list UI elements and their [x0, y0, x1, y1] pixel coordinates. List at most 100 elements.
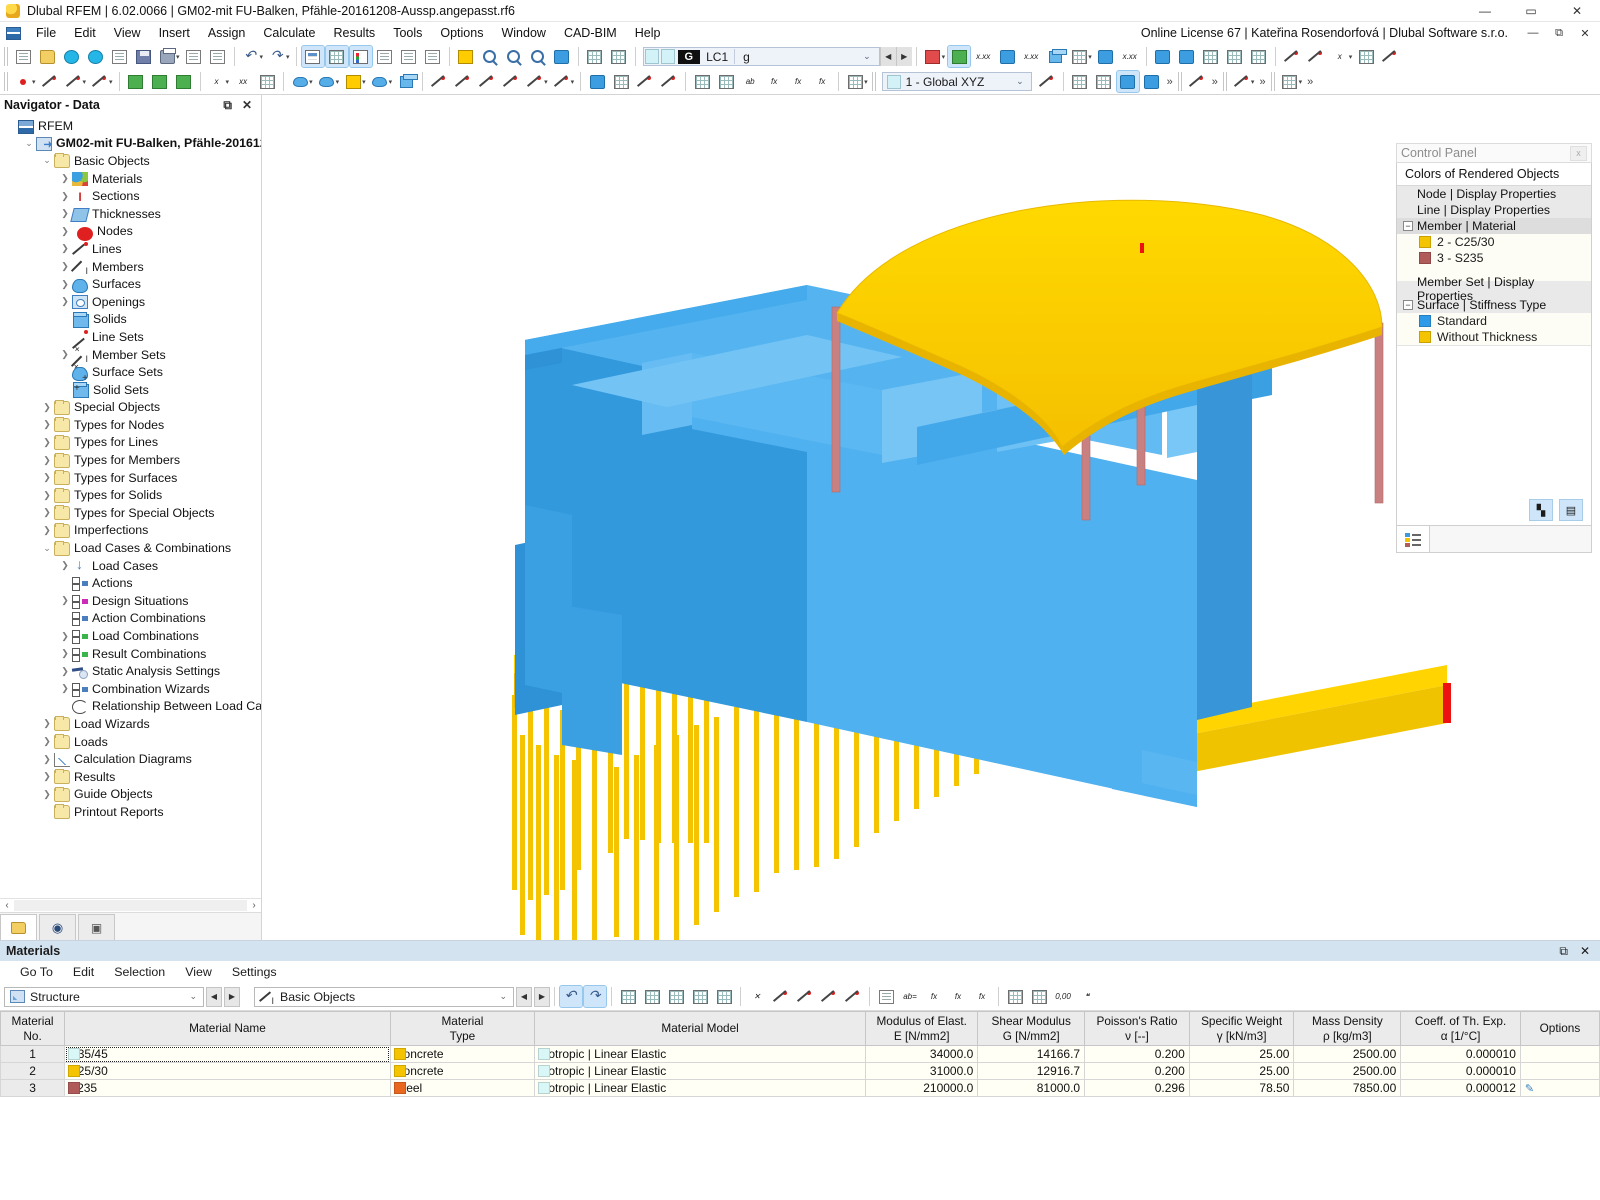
pan-button[interactable] [527, 46, 549, 67]
specific-weight-cell[interactable]: 25.00 [1189, 1063, 1294, 1080]
tree-expander-icon[interactable]: ⌄ [22, 138, 36, 149]
tree-expander-icon[interactable]: ❯ [58, 191, 72, 202]
tree-item-results[interactable]: ❯Results [0, 768, 261, 786]
control-panel-toggle-button[interactable] [350, 46, 372, 67]
control-panel-row-member-set-display-properties[interactable]: Member Set | Display Properties [1397, 281, 1591, 297]
new-coordinate-button[interactable]: xx [232, 71, 254, 92]
tree-item-types-for-surfaces[interactable]: ❯Types for Surfaces [0, 469, 261, 487]
table-decimals-button[interactable]: 0,00 [1052, 986, 1074, 1007]
new-solid-button[interactable] [395, 71, 417, 92]
tree-expander-icon[interactable]: ❯ [40, 736, 54, 747]
table-column-header[interactable]: Options [1520, 1012, 1599, 1046]
toolbar-grip[interactable] [4, 47, 9, 66]
tree-item-solid-sets[interactable]: Solid Sets [0, 381, 261, 399]
control-panel[interactable]: Control Panel x Colors of Rendered Objec… [1396, 143, 1592, 553]
formula3-button[interactable]: fx [811, 71, 833, 92]
tree-expander-icon[interactable]: ❯ [40, 490, 54, 501]
table-column-header[interactable]: Shear ModulusG [N/mm2] [978, 1012, 1085, 1046]
edit-icon[interactable]: ✎ [1525, 1083, 1534, 1095]
tree-item-types-for-special-objects[interactable]: ❯Types for Special Objects [0, 504, 261, 522]
view-side-button[interactable] [608, 46, 630, 67]
table-menu-settings[interactable]: Settings [222, 963, 287, 981]
object-filter-next-button[interactable]: ▶ [224, 987, 240, 1007]
toolbar-grip-5[interactable] [1223, 72, 1228, 91]
table-comment-button[interactable]: ❝ [1076, 986, 1098, 1007]
material-type-cell[interactable]: Concrete [390, 1046, 534, 1063]
options-cell[interactable] [1520, 1063, 1599, 1080]
model-viewport[interactable]: Control Panel x Colors of Rendered Objec… [262, 95, 1600, 940]
table-column-header[interactable]: MaterialNo. [1, 1012, 65, 1046]
table-text-button[interactable]: ab= [899, 986, 921, 1007]
control-panel-item-without-thickness[interactable]: Without Thickness [1397, 329, 1591, 345]
menu-item-options[interactable]: Options [431, 24, 492, 42]
tree-expander-icon[interactable]: ❯ [58, 683, 72, 694]
table-menu-edit[interactable]: Edit [63, 963, 104, 981]
mass-density-cell[interactable]: 2500.00 [1294, 1046, 1401, 1063]
tree-expander-icon[interactable]: ❯ [58, 261, 72, 272]
design-button[interactable] [1248, 46, 1270, 67]
tree-expander-icon[interactable]: ❯ [58, 243, 72, 254]
show-deformation-button[interactable] [996, 46, 1018, 67]
tree-item-types-for-lines[interactable]: ❯Types for Lines [0, 434, 261, 452]
tree-expander-icon[interactable]: ❯ [40, 402, 54, 413]
object-filter-selector[interactable]: Structure ⌄ [4, 987, 204, 1007]
shear-modulus-cell[interactable]: 81000.0 [978, 1080, 1085, 1097]
label-button[interactable]: ab [739, 71, 761, 92]
document-button[interactable] [207, 46, 229, 67]
tree-item-load-combinations[interactable]: ❯Load Combinations [0, 627, 261, 645]
menu-item-view[interactable]: View [105, 24, 150, 42]
modulus-elasticity-cell[interactable]: 34000.0 [866, 1046, 978, 1063]
tree-item-thicknesses[interactable]: ❯Thicknesses [0, 205, 261, 223]
open-model-button[interactable] [36, 46, 58, 67]
navigator-tab-views[interactable]: ▣ [78, 914, 115, 940]
object-filter-prev-button[interactable]: ◀ [206, 987, 222, 1007]
zoom-fit-button[interactable] [551, 46, 573, 67]
control-panel-row-node-display-properties[interactable]: Node | Display Properties [1397, 186, 1591, 202]
new-line-support-button[interactable] [149, 71, 171, 92]
menu-item-insert[interactable]: Insert [150, 24, 199, 42]
section-view-button[interactable] [634, 71, 656, 92]
formula-button[interactable]: fx [763, 71, 785, 92]
menu-item-edit[interactable]: Edit [65, 24, 105, 42]
show-support-reactions-button[interactable]: x.xx [1020, 46, 1042, 67]
tree-expander-icon[interactable]: ❯ [40, 771, 54, 782]
toolbar-grip-2[interactable] [4, 72, 9, 91]
tree-item-basic-objects[interactable]: ⌄Basic Objects [0, 152, 261, 170]
result-tables-button[interactable] [1224, 46, 1246, 67]
hinges-overflow-icon[interactable]: » [1209, 76, 1221, 88]
collapse-icon[interactable]: − [1403, 300, 1413, 310]
tree-expander-icon[interactable]: ❯ [40, 525, 54, 536]
new-nodal-load-button[interactable] [428, 71, 450, 92]
options-cell[interactable]: ✎ [1520, 1080, 1599, 1097]
new-surface-button[interactable] [289, 71, 311, 92]
row-number-cell[interactable]: 3 [1, 1080, 65, 1097]
object-group-next-button[interactable]: ▶ [534, 987, 550, 1007]
table-column-header[interactable]: Material Name [65, 1012, 391, 1046]
calculate-button[interactable] [1152, 46, 1174, 67]
nav-scroll-right-icon[interactable]: › [247, 900, 261, 911]
new-surface-support-button[interactable] [173, 71, 195, 92]
new-nodal-support-button[interactable] [125, 71, 147, 92]
excel-overflow-icon[interactable]: » [1304, 76, 1316, 88]
tree-expander-icon[interactable]: ❯ [58, 560, 72, 571]
color-swatch[interactable] [1419, 252, 1431, 264]
tree-item-special-objects[interactable]: ❯Special Objects [0, 399, 261, 417]
tree-item-members[interactable]: ❯Members [0, 258, 261, 276]
tree-expander-icon[interactable]: ❯ [58, 296, 72, 307]
load-case-chevron-down-icon[interactable]: ⌄ [855, 51, 879, 62]
new-node-button[interactable] [12, 71, 34, 92]
tree-expander-icon[interactable]: ❯ [40, 455, 54, 466]
redo-button[interactable] [266, 46, 288, 67]
view-front-button[interactable] [584, 46, 606, 67]
modulus-elasticity-cell[interactable]: 31000.0 [866, 1063, 978, 1080]
member-hinges-button[interactable] [1186, 71, 1208, 92]
tree-item-printout-reports[interactable]: Printout Reports [0, 803, 261, 821]
osnap-settings-button[interactable] [1305, 46, 1327, 67]
tree-item-action-combinations[interactable]: Action Combinations [0, 610, 261, 628]
show-nodal-supports-button[interactable] [948, 46, 970, 67]
work-plane-button[interactable] [1069, 71, 1091, 92]
refresh-button[interactable] [60, 46, 82, 67]
save-colors-button[interactable]: ▤ [1559, 499, 1583, 521]
table-insert-row-button[interactable] [617, 986, 639, 1007]
table-column-header[interactable]: Modulus of Elast.E [N/mm2] [866, 1012, 978, 1046]
